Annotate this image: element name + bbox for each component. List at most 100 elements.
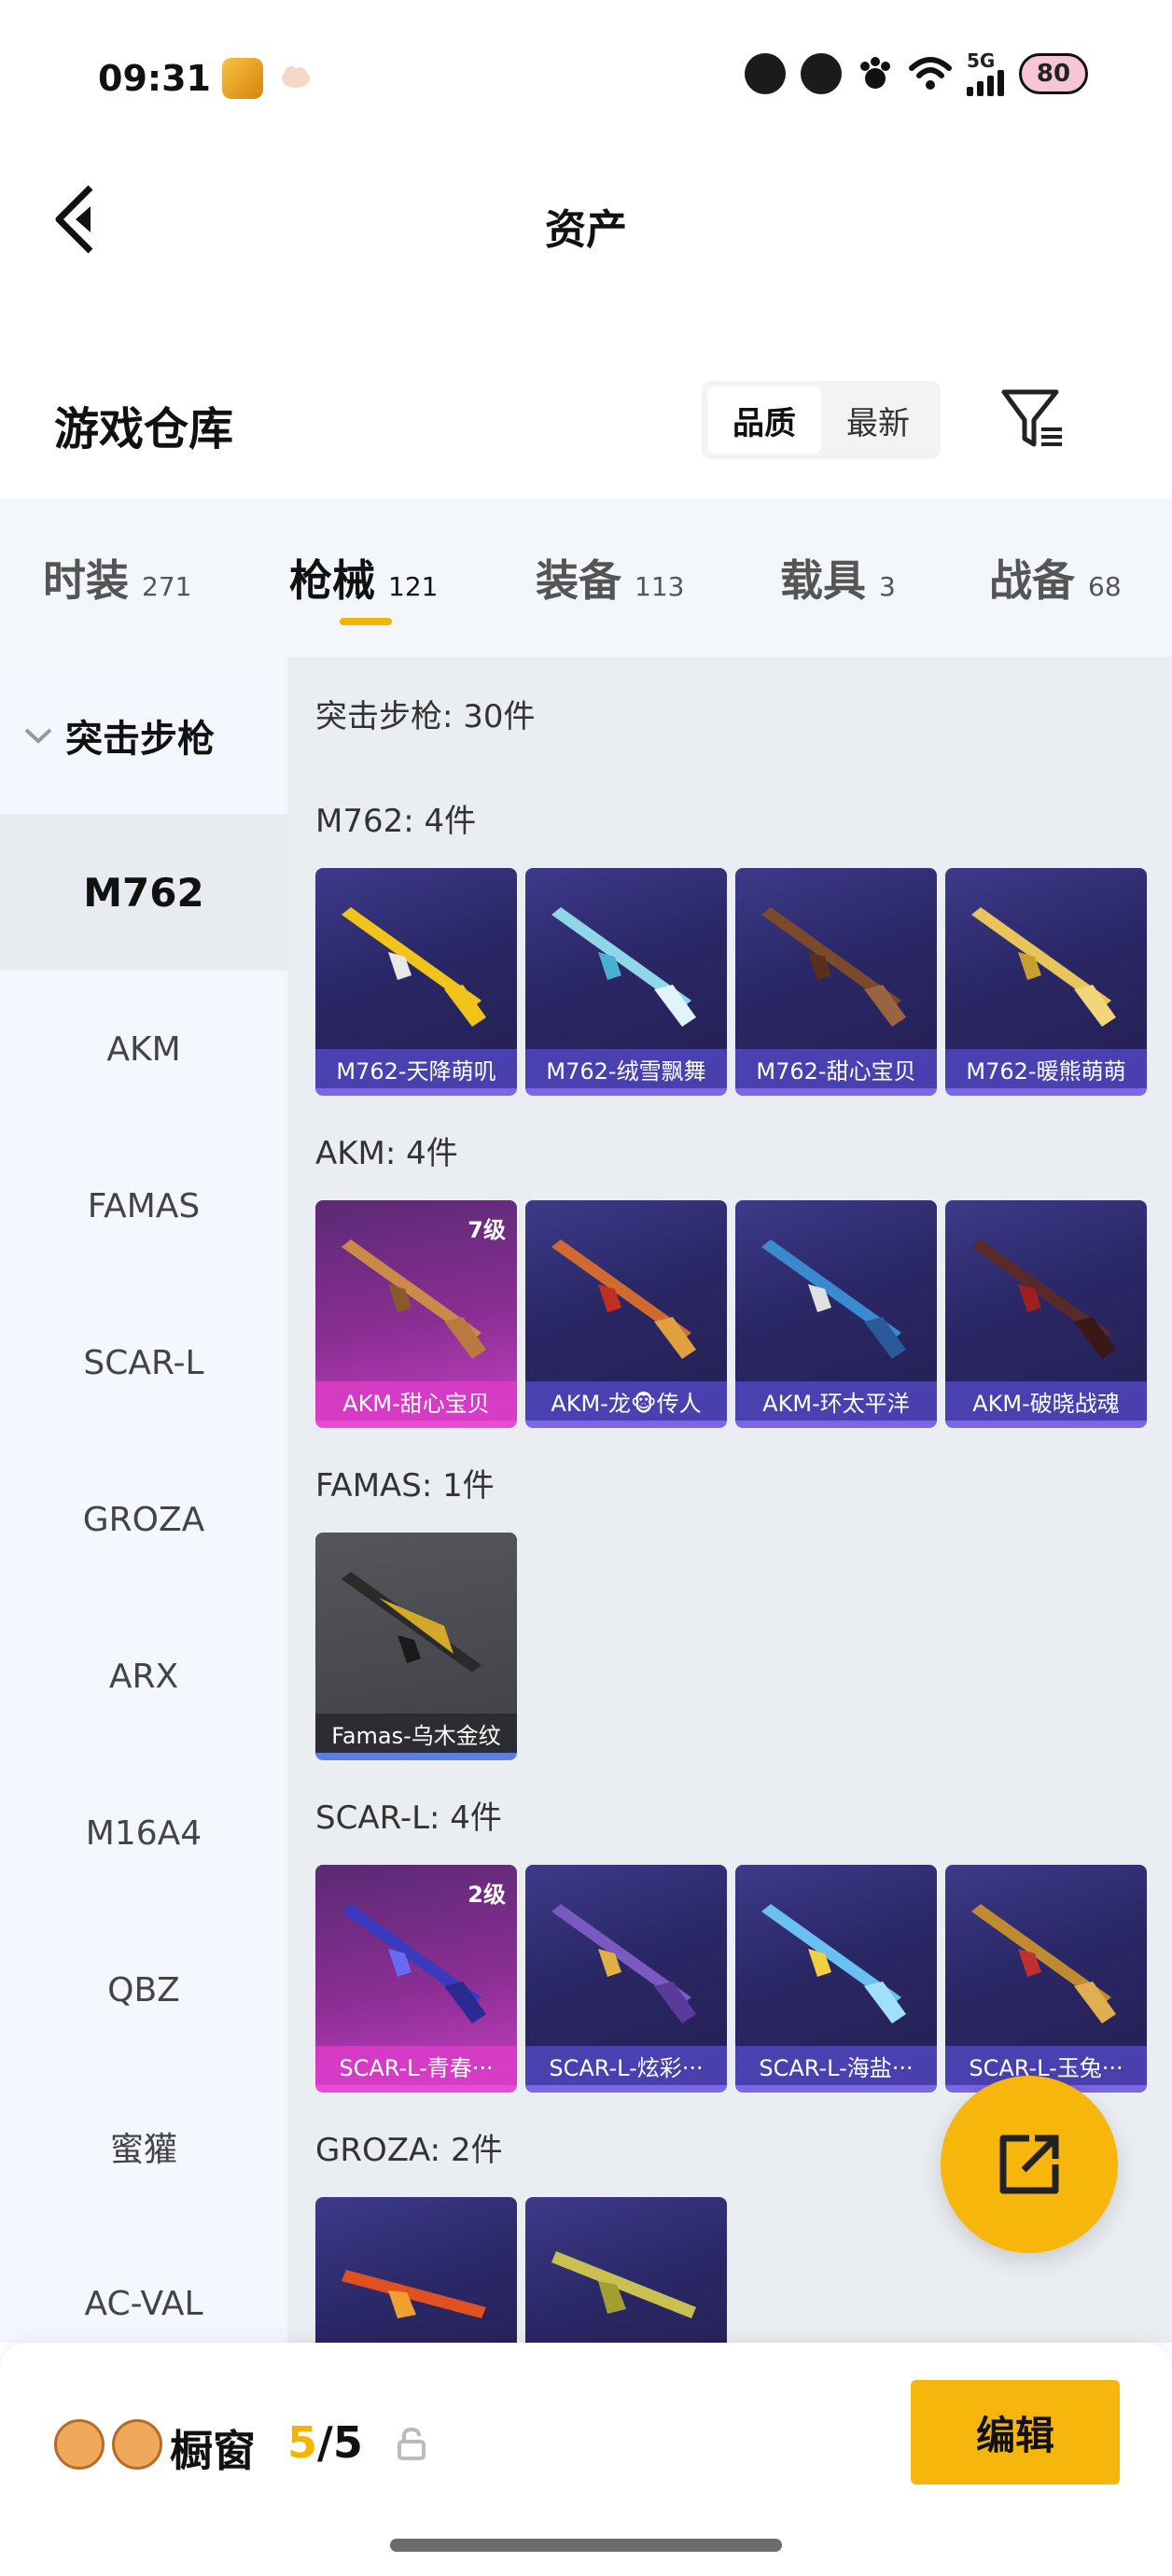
sidebar-item-arx[interactable]: ARX [0,1598,287,1755]
section-title: SCAR-L: 4件 [315,1799,502,1837]
section-title: FAMAS: 1件 [315,1467,495,1505]
weapon-card[interactable]: SCAR-L-炫彩··· [525,1865,727,2093]
active-tab-indicator [340,618,392,625]
weapon-name: M762-甜心宝贝 [735,1049,937,1088]
sidebar-item-m762[interactable]: M762 [0,814,287,971]
tab-outfits[interactable]: 时装 271 [43,547,191,609]
weapon-card[interactable] [315,2197,517,2343]
sort-option-quality[interactable]: 品质 [707,386,821,454]
weapon-card[interactable]: AKM-龙🐵传人 [525,1200,727,1428]
level-badge: 7级 [467,1217,506,1243]
sort-toggle: 品质 最新 [702,381,941,459]
rifle-icon [551,2251,696,2318]
weapon-name: M762-绒雪飘舞 [525,1049,727,1088]
sidebar-item-honey-badger[interactable]: 蜜獾 [0,2068,287,2225]
rifle-icon [342,1239,486,1359]
flower-icon [745,53,786,94]
showcase-bar: 橱窗 5/5 编辑 [0,2343,1172,2576]
tab-label: 战备 [989,555,1075,606]
rifle-icon [551,1239,696,1359]
category-tabs: 时装 271 枪械 121 装备 113 载具 3 战备 68 [0,498,1172,657]
rifle-icon [551,1904,696,2023]
wifi-icon [909,57,952,90]
weapon-name: AKM-龙🐵传人 [525,1381,727,1421]
rifle-icon [342,907,486,1027]
paw-avatar-icon [112,2419,162,2470]
showcase-count-separator: / [317,2417,333,2468]
home-indicator[interactable] [390,2539,782,2552]
paw-icon [860,57,890,89]
showcase-title: 橱窗 [170,2426,256,2476]
rifle-icon [971,1239,1116,1359]
rifle-icon [551,907,696,1027]
tab-equipment[interactable]: 装备 113 [536,547,684,609]
status-time: 09:31 [98,58,211,99]
weapon-card[interactable]: AKM-破晓战魂 [945,1200,1147,1428]
showcase-count-total: 5 [332,2417,363,2468]
sidebar-item-m16a4[interactable]: M16A4 [0,1755,287,1911]
rifle-icon [971,1904,1116,2023]
level-badge: 2级 [467,1882,506,1908]
rifle-icon [342,1904,486,2023]
status-bar: 09:31 5G 80 [0,0,1172,159]
filter-button[interactable] [997,383,1071,457]
share-button[interactable] [941,2076,1118,2253]
cellular-signal: 5G [967,51,1004,96]
filter-icon [1001,389,1062,447]
tab-count: 113 [635,571,685,602]
sidebar-item-ac-val[interactable]: AC-VAL [0,2225,287,2343]
section-title: GROZA: 2件 [315,2132,503,2169]
sidebar-item-qbz[interactable]: QBZ [0,1911,287,2068]
sidebar-item-famas[interactable]: FAMAS [0,1127,287,1284]
system-icons: 5G 80 [745,51,1088,96]
tab-label: 枪械 [289,555,375,606]
sort-option-latest[interactable]: 最新 [821,386,935,454]
rifle-icon [342,2270,486,2318]
weapon-card[interactable]: M762-绒雪飘舞 [525,868,727,1096]
weapon-card[interactable]: M762-甜心宝贝 [735,868,937,1096]
tab-weapons[interactable]: 枪械 121 [289,547,438,609]
warehouse-title: 游戏仓库 [54,403,234,455]
showcase-count: 5/5 [287,2417,363,2468]
sidebar-item-groza[interactable]: GROZA [0,1441,287,1598]
weapon-sidebar: 突击步枪 M762 AKM FAMAS SCAR-L GROZA ARX M16… [0,657,287,2343]
sidebar-group-assault-rifle[interactable]: 突击步枪 [0,657,287,814]
weapon-name: SCAR-L-海盐··· [735,2046,937,2085]
tab-gear[interactable]: 战备 68 [989,547,1122,609]
tab-count: 271 [142,571,192,602]
weapon-card[interactable]: M762-暖熊萌萌 [945,868,1147,1096]
rifle-icon [761,1239,906,1359]
tab-label: 时装 [43,555,129,606]
sidebar-item-scar-l[interactable]: SCAR-L [0,1284,287,1441]
battery-indicator: 80 [1019,53,1088,94]
app-notification-icon [222,58,263,99]
tab-count: 68 [1088,571,1122,602]
page-title: 资产 [545,206,627,254]
tab-vehicles[interactable]: 载具 3 [780,547,896,609]
weapon-name: M762-天降萌叽 [315,1049,517,1088]
rifle-icon [761,1904,906,2023]
weapon-card[interactable]: 7级 AKM-甜心宝贝 [315,1200,517,1428]
weapon-card[interactable]: SCAR-L-玉兔··· [945,1865,1147,2093]
weapon-card[interactable]: AKM-环太平洋 [735,1200,937,1428]
section-title: M762: 4件 [315,803,477,840]
edit-button[interactable]: 编辑 [911,2380,1120,2485]
showcase-count-current: 5 [287,2417,318,2468]
sidebar-item-akm[interactable]: AKM [0,971,287,1127]
category-summary: 突击步枪: 30件 [315,698,536,735]
share-icon [999,2135,1059,2194]
rifle-icon [761,907,906,1027]
bear-icon [801,53,842,94]
weapon-card[interactable]: SCAR-L-海盐··· [735,1865,937,2093]
weapon-card[interactable]: 2级 SCAR-L-青春··· [315,1865,517,2093]
weapon-card[interactable]: M762-天降萌叽 [315,868,517,1096]
weapon-name: AKM-环太平洋 [735,1381,937,1421]
tab-count: 3 [879,571,896,602]
bear-avatar-icon [54,2419,105,2470]
tab-label: 载具 [780,555,866,606]
lock-icon[interactable] [396,2427,427,2462]
weapon-card[interactable] [525,2197,727,2343]
weapon-card[interactable]: Famas-乌木金纹 [315,1533,517,1760]
showcase-avatars [54,2419,162,2470]
rifle-icon [971,907,1116,1027]
